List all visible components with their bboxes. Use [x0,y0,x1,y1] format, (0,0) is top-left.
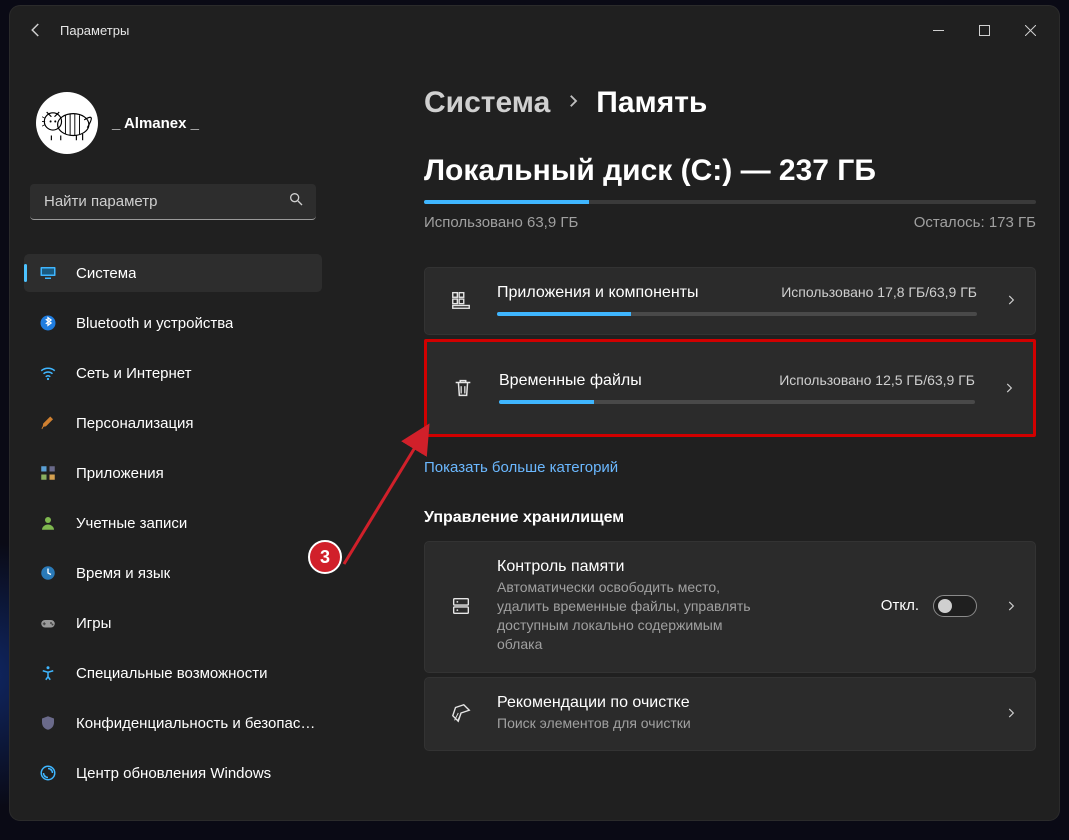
disk-used-label: Использовано 63,9 ГБ [424,214,578,231]
chevron-right-icon [999,293,1023,307]
nav-apps[interactable]: Приложения [24,454,322,492]
disk-usage-fill [424,200,589,204]
settings-window: Параметры [10,6,1059,820]
card-usage: Использовано 12,5 ГБ/63,9 ГБ [779,372,975,388]
person-icon [38,513,58,533]
arrow-left-icon [27,21,45,39]
accessibility-icon [38,663,58,683]
nav-label: Игры [76,615,111,632]
nav-privacy[interactable]: Конфиденциальность и безопасность [24,704,322,742]
card-title: Рекомендации по очистке [497,694,977,712]
drive-icon [447,595,475,617]
search-icon [288,191,304,212]
monitor-icon [38,263,58,283]
nav-time-language[interactable]: Время и язык [24,554,322,592]
nav-label: Центр обновления Windows [76,765,271,782]
nav-label: Учетные записи [76,515,187,532]
close-icon [1025,25,1036,36]
storage-management-heading: Управление хранилищем [424,509,1035,527]
globe-clock-icon [38,563,58,583]
maximize-icon [979,25,990,36]
update-icon [38,763,58,783]
search-input[interactable] [42,192,288,211]
broom-icon [447,702,475,724]
card-usage-bar [499,400,975,404]
nav-label: Специальные возможности [76,665,268,682]
nav-system[interactable]: Система [24,254,322,292]
back-button[interactable] [18,12,54,48]
card-apps-components[interactable]: Приложения и компоненты Использовано 17,… [424,267,1036,335]
nav-label: Сеть и Интернет [76,365,192,382]
apps-icon [38,463,58,483]
card-storage-sense[interactable]: Контроль памяти Автоматически освободить… [424,541,1036,673]
card-title: Временные файлы [499,372,642,390]
titlebar: Параметры [10,6,1059,54]
brush-icon [38,413,58,433]
nav-personalization[interactable]: Персонализация [24,404,322,442]
card-description: Автоматически освободить место, удалить … [497,578,757,654]
username: _ Almanex _ [112,115,199,132]
main-content: Система Память Локальный диск (C:) — 237… [334,54,1059,820]
nav-list: Система Bluetooth и устройства Сеть и Ин… [24,254,322,792]
chevron-right-icon [999,599,1023,613]
nav-accounts[interactable]: Учетные записи [24,504,322,542]
card-temp-files[interactable]: Временные файлы Использовано 12,5 ГБ/63,… [424,339,1036,437]
avatar-image [42,103,92,143]
card-usage-fill [499,400,594,404]
search-box[interactable] [30,184,316,220]
card-usage-fill [497,312,631,316]
chevron-right-icon [999,706,1023,720]
breadcrumb: Система Память [424,86,1035,120]
nav-label: Персонализация [76,415,194,432]
toggle-knob [938,599,952,613]
nav-bluetooth[interactable]: Bluetooth и устройства [24,304,322,342]
maximize-button[interactable] [961,14,1007,46]
toggle-label: Откл. [881,597,919,614]
card-cleanup-recommendations[interactable]: Рекомендации по очистке Поиск элементов … [424,677,1036,752]
breadcrumb-current: Память [596,86,707,120]
disk-usage-bar [424,200,1036,204]
bluetooth-icon [38,313,58,333]
window-title: Параметры [60,23,129,38]
show-more-categories-link[interactable]: Показать больше категорий [424,459,618,476]
disk-free-label: Осталось: 173 ГБ [914,214,1036,231]
sidebar: _ Almanex _ Система Bluetooth и устройст… [10,54,334,820]
apps-grid-icon [447,289,475,311]
minimize-icon [933,25,944,36]
storage-sense-toggle[interactable] [933,595,977,617]
chevron-right-icon [997,381,1021,395]
nav-accessibility[interactable]: Специальные возможности [24,654,322,692]
nav-label: Время и язык [76,565,170,582]
nav-label: Bluetooth и устройства [76,315,233,332]
card-usage-bar [497,312,977,316]
chevron-right-icon [564,92,582,115]
card-usage: Использовано 17,8 ГБ/63,9 ГБ [781,284,977,300]
disk-stats: Использовано 63,9 ГБ Осталось: 173 ГБ [424,214,1036,231]
avatar [36,92,98,154]
breadcrumb-parent[interactable]: Система [424,86,550,120]
nav-windows-update[interactable]: Центр обновления Windows [24,754,322,792]
shield-icon [38,713,58,733]
card-description: Поиск элементов для очистки [497,714,977,733]
wifi-icon [38,363,58,383]
nav-label: Система [76,265,136,282]
nav-games[interactable]: Игры [24,604,322,642]
close-button[interactable] [1007,14,1053,46]
nav-label: Конфиденциальность и безопасность [76,715,322,732]
trash-icon [449,377,477,399]
annotation-number: 3 [320,547,330,568]
card-title: Приложения и компоненты [497,284,698,302]
user-profile[interactable]: _ Almanex _ [24,54,322,154]
disk-title: Локальный диск (C:) — 237 ГБ [424,154,1035,188]
nav-label: Приложения [76,465,164,482]
minimize-button[interactable] [915,14,961,46]
card-title: Контроль памяти [497,558,859,576]
nav-network[interactable]: Сеть и Интернет [24,354,322,392]
gamepad-icon [38,613,58,633]
annotation-badge: 3 [308,540,342,574]
